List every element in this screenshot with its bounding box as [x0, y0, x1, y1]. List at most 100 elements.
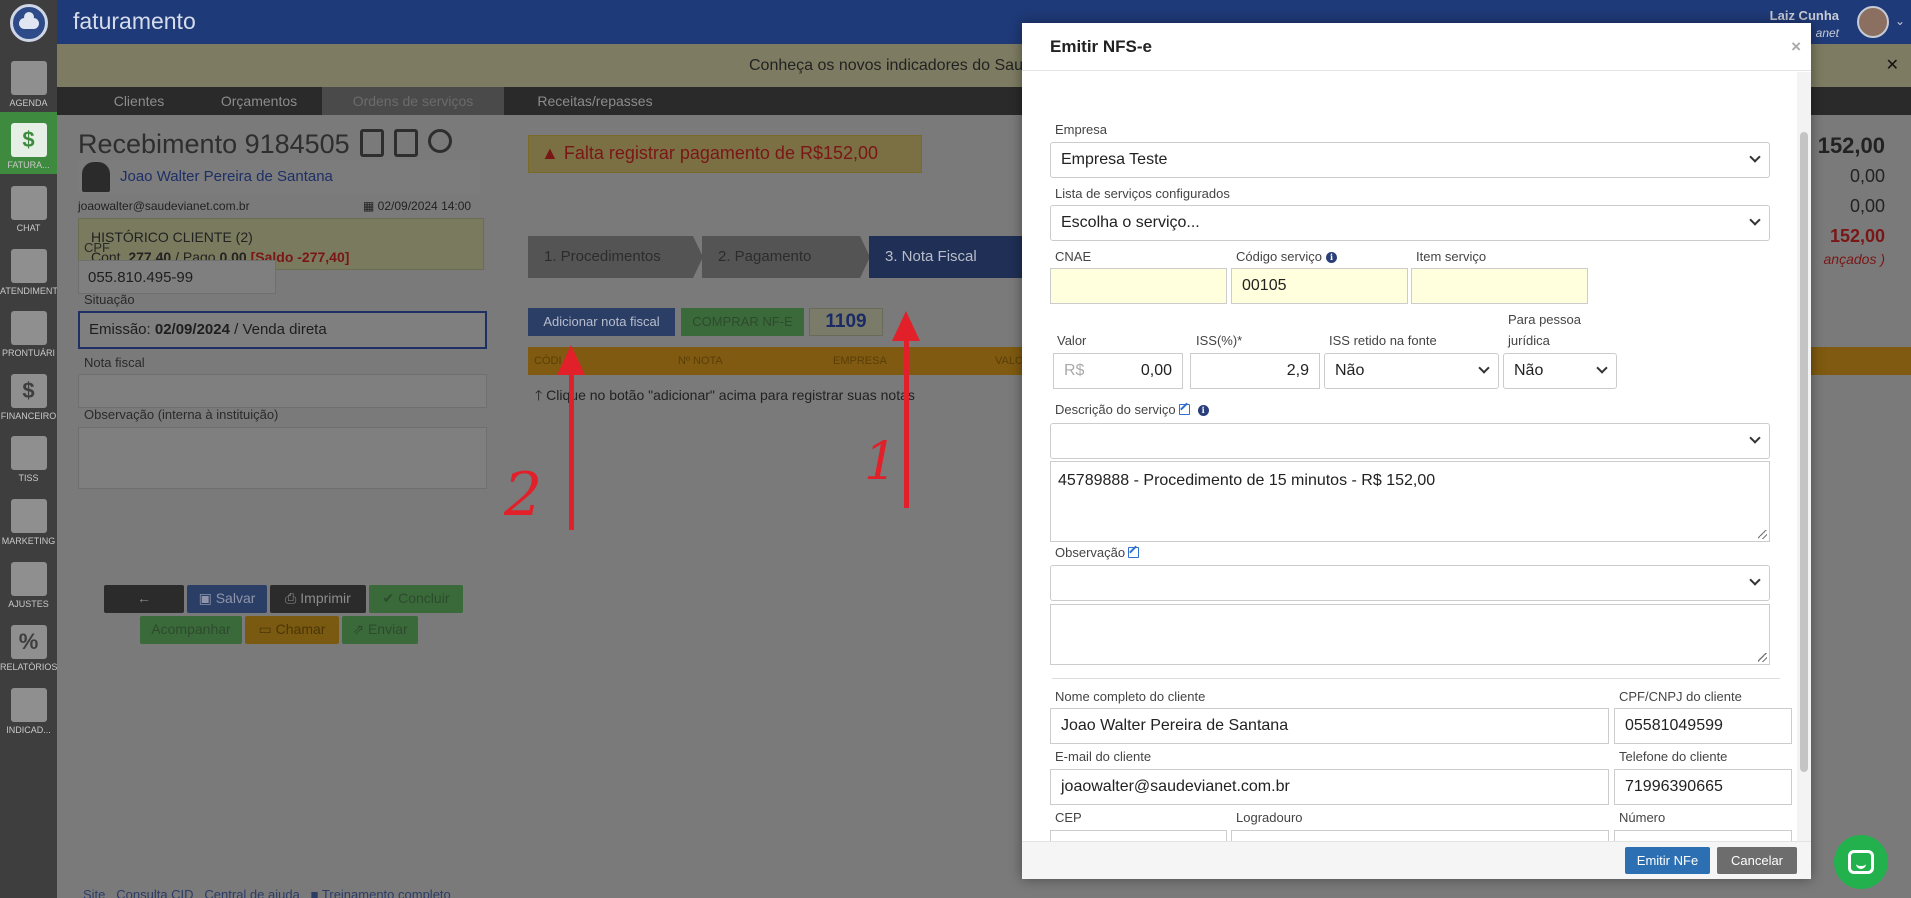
- tab-receitas-repasses[interactable]: Receitas/repasses: [515, 87, 675, 115]
- search-icon[interactable]: [428, 129, 452, 153]
- sidebar-item-prontuario[interactable]: PRONTUÁRI: [0, 300, 57, 362]
- invoice-empty-hint: 🡑 Clique no botão "adicionar" acima para…: [535, 387, 915, 403]
- buy-nfe-button[interactable]: COMPRAR NF-E: [681, 308, 804, 336]
- chat-launcher-button[interactable]: [1834, 835, 1888, 889]
- sidebar-item-relatorios[interactable]: % RELATÓRIOS: [0, 614, 57, 676]
- patient-name-link[interactable]: Joao Walter Pereira de Santana: [120, 168, 333, 185]
- nota-fiscal-field[interactable]: [78, 374, 487, 408]
- service-item-input[interactable]: [1411, 268, 1588, 304]
- client-email-input[interactable]: joaowalter@saudevianet.com.br: [1050, 769, 1609, 805]
- emit-nfe-button[interactable]: Emitir NFe: [1625, 847, 1710, 874]
- chevron-down-icon: [1749, 432, 1761, 444]
- number-label: Número: [1619, 810, 1666, 825]
- gears-icon: [10, 562, 47, 596]
- annotation-number-2: 2: [504, 460, 543, 530]
- close-icon[interactable]: ×: [1791, 37, 1801, 57]
- legal-entity-select[interactable]: Não: [1503, 353, 1617, 389]
- footer-link-site[interactable]: Site: [83, 887, 105, 898]
- scrollbar-thumb[interactable]: [1800, 132, 1808, 772]
- resize-handle[interactable]: [1758, 653, 1767, 662]
- send-button[interactable]: ⇗ Enviar: [342, 616, 418, 644]
- tab-clientes[interactable]: Clientes: [89, 87, 189, 115]
- info-icon[interactable]: i: [1197, 405, 1209, 416]
- title-actions: [360, 129, 452, 157]
- dollar-icon: $: [10, 123, 47, 157]
- sidebar-item-atendimento[interactable]: ATENDIMENT: [0, 238, 57, 300]
- cancel-button[interactable]: Cancelar: [1717, 847, 1797, 874]
- tab-orcamentos[interactable]: Orçamentos: [199, 87, 319, 115]
- iss-label: ISS(%)*: [1196, 333, 1243, 348]
- company-label: Empresa: [1055, 122, 1108, 137]
- step-pagamento[interactable]: 2. Pagamento: [702, 236, 860, 278]
- save-button[interactable]: ▣ Salvar: [187, 585, 267, 613]
- iss-withheld-select[interactable]: Não: [1324, 353, 1499, 389]
- user-name[interactable]: Laiz Cunha: [1770, 8, 1839, 23]
- legal-entity-label-2: jurídica: [1508, 333, 1550, 348]
- footer-link-help[interactable]: Central de ajuda: [204, 887, 299, 898]
- sidebar-item-faturamento[interactable]: $ FATURA...: [0, 112, 57, 174]
- resize-handle[interactable]: [1758, 530, 1767, 539]
- call-button[interactable]: ▭ Chamar: [245, 616, 339, 644]
- sidebar-item-indicadores[interactable]: INDICAD...: [0, 677, 57, 739]
- trash-icon[interactable]: [360, 129, 384, 157]
- edit-icon[interactable]: [1178, 404, 1190, 415]
- folder-check-icon: [10, 311, 47, 345]
- warning-icon: ▲: [541, 143, 564, 163]
- services-list-label: Lista de serviços configurados: [1055, 186, 1230, 201]
- client-cpf-input[interactable]: 05581049599: [1614, 708, 1792, 744]
- chat-icon: [1848, 850, 1874, 874]
- cpf-field[interactable]: 055.810.495-99: [78, 260, 276, 294]
- footer-link-cid[interactable]: Consulta CID: [116, 887, 193, 898]
- add-invoice-button[interactable]: Adicionar nota fiscal: [528, 308, 675, 336]
- service-code-input[interactable]: 00105: [1231, 268, 1408, 304]
- info-icon[interactable]: i: [1326, 252, 1337, 263]
- company-select[interactable]: Empresa Teste: [1050, 142, 1770, 178]
- divider: [1052, 678, 1780, 679]
- sidebar-item-agenda[interactable]: AGENDA: [0, 50, 57, 112]
- phone-icon: [10, 499, 47, 533]
- observation-select[interactable]: [1050, 565, 1770, 601]
- announcement-text[interactable]: Conheça os novos indicadores do Saude: [749, 57, 1041, 75]
- close-icon[interactable]: ✕: [1886, 55, 1899, 75]
- annotation-arrow-1-shaft: [904, 340, 909, 508]
- client-email-label: E-mail do cliente: [1055, 749, 1152, 764]
- value-label: Valor: [1057, 333, 1087, 348]
- step-procedimentos[interactable]: 1. Procedimentos: [528, 236, 693, 278]
- service-code-label: Código serviço i: [1236, 249, 1337, 264]
- situation-field[interactable]: Emissão: 02/09/2024 / Venda direta: [78, 311, 487, 349]
- cnae-input[interactable]: [1050, 268, 1227, 304]
- barcode-icon[interactable]: [394, 129, 418, 157]
- cloud-logo-icon[interactable]: [10, 4, 48, 42]
- print-button[interactable]: ⎙ Imprimir: [270, 585, 366, 613]
- tab-ordens-servicos[interactable]: Ordens de serviços: [322, 87, 504, 115]
- chevron-down-icon: [1749, 214, 1761, 226]
- cnae-label: CNAE: [1055, 249, 1092, 264]
- sidebar-item-ajustes[interactable]: AJUSTES: [0, 551, 57, 613]
- sidebar-item-marketing[interactable]: MARKETING: [0, 488, 57, 550]
- value-input[interactable]: R$ 0,00: [1053, 353, 1183, 389]
- calendar-icon: ▦: [363, 199, 378, 213]
- services-select[interactable]: Escolha o serviço...: [1050, 205, 1770, 241]
- observation-textarea[interactable]: [78, 427, 487, 489]
- user-avatar[interactable]: [1857, 6, 1889, 38]
- edit-icon[interactable]: [1128, 547, 1140, 558]
- sidebar-item-financeiro[interactable]: $ FINANCEIRO: [0, 363, 57, 425]
- client-phone-input[interactable]: 71996390665: [1614, 769, 1792, 805]
- back-button[interactable]: ←: [104, 585, 184, 613]
- payment-warning: ▲ Falta registrar pagamento de R$152,00: [528, 135, 922, 173]
- follow-button[interactable]: Acompanhar: [140, 616, 242, 644]
- service-description-select[interactable]: [1050, 423, 1770, 459]
- service-item-label: Item serviço: [1416, 249, 1487, 264]
- client-name-input[interactable]: Joao Walter Pereira de Santana: [1050, 708, 1609, 744]
- iss-input[interactable]: 2,9: [1190, 353, 1320, 389]
- observation-textarea[interactable]: [1050, 604, 1770, 665]
- observation-label: Observação (interna à instituição): [84, 407, 279, 422]
- service-description-textarea[interactable]: 45789888 - Procedimento de 15 minutos - …: [1050, 461, 1770, 542]
- footer-link-training[interactable]: Treinamento completo: [322, 887, 451, 898]
- book-icon: [10, 436, 47, 470]
- modal-scrollbar[interactable]: [1797, 72, 1811, 842]
- sidebar-item-tiss[interactable]: TISS: [0, 425, 57, 487]
- chevron-down-icon[interactable]: ⌄: [1895, 14, 1905, 28]
- sidebar-item-chat[interactable]: CHAT: [0, 175, 57, 237]
- conclude-button[interactable]: ✔ Concluir: [369, 585, 463, 613]
